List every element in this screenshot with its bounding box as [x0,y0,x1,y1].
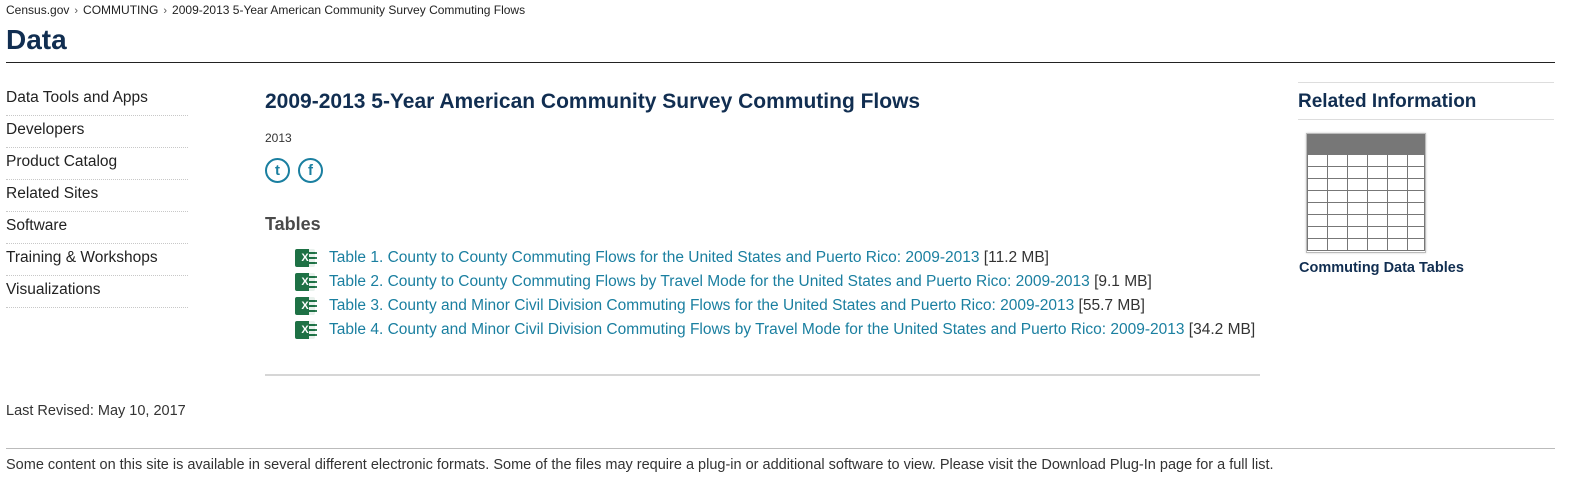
sidebar-item-training-workshops[interactable]: Training & Workshops [6,244,188,276]
table-3-link[interactable]: Table 3. County and Minor Civil Division… [329,297,1074,314]
excel-file-icon: X [295,321,317,339]
excel-file-icon: X [295,273,317,291]
breadcrumb-current-page[interactable]: 2009-2013 5-Year American Community Surv… [172,3,525,17]
release-year: 2013 [265,131,292,145]
content-divider [265,374,1260,376]
sidebar-item-developers[interactable]: Developers [6,116,188,148]
sidebar-item-product-catalog[interactable]: Product Catalog [6,148,188,180]
tables-list: X Table 1. County to County Commuting Flo… [295,246,1260,342]
breadcrumb-separator: › [163,5,168,17]
footer-note: Some content on this site is available i… [6,457,1274,473]
list-item: X Table 2. County to County Commuting Flo… [295,270,1260,294]
breadcrumb-census-gov[interactable]: Census.gov [6,3,69,17]
file-size: [55.7 MB] [1074,297,1145,314]
file-size: [34.2 MB] [1184,321,1256,338]
page-title: Data [6,24,67,55]
related-divider [1298,119,1554,120]
sidebar-item-label[interactable]: Developers [6,121,84,138]
breadcrumb-commuting[interactable]: COMMUTING [83,3,158,17]
content-heading: 2009-2013 5-Year American Community Surv… [265,90,921,113]
sidebar-item-software[interactable]: Software [6,212,188,244]
excel-file-icon: X [295,249,317,267]
sidebar-item-related-sites[interactable]: Related Sites [6,180,188,212]
spreadsheet-thumbnail-icon[interactable] [1306,133,1426,253]
footer-divider [6,448,1555,449]
table-4-link[interactable]: Table 4. County and Minor Civil Division… [329,321,1185,338]
breadcrumb: Census.gov › COMMUTING › 2009-2013 5-Yea… [6,3,525,17]
sidebar-item-label[interactable]: Software [6,217,67,234]
twitter-icon[interactable]: t [265,158,290,183]
sidebar-item-label[interactable]: Data Tools and Apps [6,89,148,106]
related-information: Related Information Commuting Data Table… [1298,82,1554,276]
table-2-link[interactable]: Table 2. County to County Commuting Flow… [329,273,1090,290]
sidebar-item-label[interactable]: Product Catalog [6,153,117,170]
facebook-icon[interactable]: f [298,158,323,183]
sidebar-item-data-tools-and-apps[interactable]: Data Tools and Apps [6,84,188,116]
list-item: X Table 3. County and Minor Civil Divisio… [295,294,1260,318]
sidebar-item-label[interactable]: Related Sites [6,185,98,202]
sidebar-item-visualizations[interactable]: Visualizations [6,276,188,308]
file-size: [9.1 MB] [1089,273,1152,290]
tables-heading: Tables [265,214,321,234]
list-item: X Table 4. County and Minor Civil Divisio… [295,318,1260,342]
thumbnail-grid [1307,154,1425,251]
thumbnail-header [1307,134,1425,154]
list-item: X Table 1. County to County Commuting Flo… [295,246,1260,270]
sidebar-nav: Data Tools and Apps Developers Product C… [6,84,188,308]
commuting-data-tables-link[interactable]: Commuting Data Tables [1299,260,1464,276]
sidebar-item-label[interactable]: Training & Workshops [6,249,158,266]
social-share: t f [265,158,323,183]
file-size: [11.2 MB] [979,249,1049,266]
excel-file-icon: X [295,297,317,315]
last-revised: Last Revised: May 10, 2017 [6,403,186,419]
sidebar-item-label[interactable]: Visualizations [6,281,101,298]
main-content: 2009-2013 5-Year American Community Surv… [265,90,1260,376]
title-divider [6,62,1555,63]
breadcrumb-separator: › [74,5,79,17]
table-1-link[interactable]: Table 1. County to County Commuting Flow… [329,249,980,266]
related-heading: Related Information [1298,91,1477,112]
